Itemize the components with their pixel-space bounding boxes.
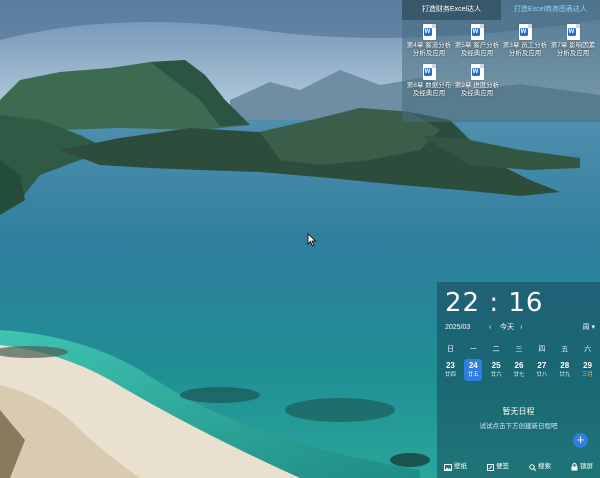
word-doc-icon: W xyxy=(422,24,436,40)
word-doc-icon: W xyxy=(566,24,580,40)
search-icon xyxy=(529,463,536,471)
day-cell[interactable]: 29 三月 xyxy=(579,359,597,381)
lunar-date: 廿五 xyxy=(467,372,479,378)
day-cell-selected[interactable]: 24 廿五 xyxy=(464,359,483,381)
weekday-label: 六 xyxy=(584,346,592,353)
file-name: 第3章 员工分析分析及应用 xyxy=(502,42,548,57)
add-event-button[interactable]: + xyxy=(573,433,588,448)
file-name: 第9章 进度分析及经典应用 xyxy=(454,82,500,97)
weekday-label: 日 xyxy=(446,346,454,353)
word-doc-icon: W xyxy=(518,24,532,40)
wallpaper-label: 壁纸 xyxy=(454,463,467,470)
file-item[interactable]: W 第3章 员工分析分析及应用 xyxy=(502,24,548,58)
day-cell[interactable]: 28 廿九 xyxy=(556,359,574,381)
clock-hour: 22 xyxy=(445,288,481,318)
day-number: 27 xyxy=(537,361,547,370)
file-item[interactable]: W 第5章 客户分析及经典应用 xyxy=(454,24,500,58)
file-name: 第8章 数据分布及经典应用 xyxy=(406,82,452,97)
lunar-date: 廿七 xyxy=(513,372,525,378)
file-item[interactable]: W 第9章 进度分析及经典应用 xyxy=(454,64,500,98)
chevron-down-icon: ▾ xyxy=(591,324,595,331)
day-cell[interactable]: 27 廿八 xyxy=(533,359,551,381)
today-button[interactable]: 今天 xyxy=(500,322,514,334)
day-number: 25 xyxy=(491,361,501,370)
word-doc-icon: W xyxy=(470,64,484,80)
tab-business-chart[interactable]: 打造Excel商务图表达人 xyxy=(501,0,600,20)
day-cell[interactable]: 26 廿七 xyxy=(510,359,528,381)
weekday-label: 四 xyxy=(538,346,546,353)
lunar-date: 廿六 xyxy=(490,372,502,378)
lock-button[interactable]: 锁屏 xyxy=(571,460,593,474)
day-number: 24 xyxy=(468,361,478,370)
file-grid: W 第4章 客流分析分析及应用 W 第5章 客户分析及经典应用 W 第3章 员工… xyxy=(406,24,600,98)
calendar-widget: 22 : 16 2025/03 ‹ 今天 › 周 ▾ 日 一 二 三 四 五 六… xyxy=(437,282,600,478)
file-panel-tabs: 打造财务Excel达人 打造Excel商务图表达人 xyxy=(402,0,600,20)
view-mode-dropdown[interactable]: 周 ▾ xyxy=(583,322,595,334)
day-row: 23 廿四 24 廿五 25 廿六 26 廿七 27 廿八 28 廿九 29 三… xyxy=(439,359,599,381)
day-cell[interactable]: 23 廿四 xyxy=(441,359,459,381)
day-number: 26 xyxy=(514,361,524,370)
file-name: 第4章 客流分析分析及应用 xyxy=(406,42,452,57)
note-icon xyxy=(487,463,494,471)
note-label: 便签 xyxy=(496,463,509,470)
weekday-label: 五 xyxy=(561,346,569,353)
clock-minute: 16 xyxy=(508,288,544,318)
clock: 22 : 16 xyxy=(445,288,543,318)
day-number: 28 xyxy=(560,361,570,370)
prev-week-icon[interactable]: ‹ xyxy=(489,322,491,334)
day-number: 29 xyxy=(583,361,593,370)
wallpaper-icon xyxy=(444,463,452,471)
file-name: 第7章 影响因素分析及应用 xyxy=(550,42,596,57)
weekday-label: 一 xyxy=(469,346,477,353)
widget-bottom-bar: 壁纸 便签 搜索 锁屏 xyxy=(437,460,600,474)
lock-label: 锁屏 xyxy=(580,463,593,470)
lunar-date: 三月 xyxy=(582,372,594,378)
search-label: 搜索 xyxy=(538,463,551,470)
search-button[interactable]: 搜索 xyxy=(529,460,551,474)
next-week-icon[interactable]: › xyxy=(520,322,522,334)
wallpaper-button[interactable]: 壁纸 xyxy=(444,460,467,474)
lunar-date: 廿九 xyxy=(559,372,571,378)
tab-finance-excel[interactable]: 打造财务Excel达人 xyxy=(402,0,501,20)
file-item[interactable]: W 第8章 数据分布及经典应用 xyxy=(406,64,452,98)
word-doc-icon: W xyxy=(422,64,436,80)
file-name: 第5章 客户分析及经典应用 xyxy=(454,42,500,57)
weekday-label: 三 xyxy=(515,346,523,353)
month-label: 2025/03 xyxy=(445,324,471,331)
file-item[interactable]: W 第4章 客流分析分析及应用 xyxy=(406,24,452,58)
lunar-date: 廿八 xyxy=(536,372,548,378)
day-number: 23 xyxy=(445,361,455,370)
file-item[interactable]: W 第7章 影响因素分析及应用 xyxy=(550,24,596,58)
no-events-title: 暂无日程 xyxy=(502,407,535,416)
calendar-header: 2025/03 ‹ 今天 › 周 ▾ xyxy=(445,322,595,334)
clock-separator: : xyxy=(480,288,509,318)
weekday-label: 二 xyxy=(492,346,500,353)
no-events-hint: 试试点击下方创建新日程吧 xyxy=(479,423,558,430)
mouse-pointer-icon xyxy=(307,233,317,247)
view-mode-label: 周 xyxy=(582,324,590,331)
note-button[interactable]: 便签 xyxy=(487,460,509,474)
weekday-row: 日 一 二 三 四 五 六 xyxy=(439,344,599,354)
word-doc-icon: W xyxy=(470,24,484,40)
desktop-file-panel: 打造财务Excel达人 打造Excel商务图表达人 W 第4章 客流分析分析及应… xyxy=(402,0,600,122)
lunar-date: 廿四 xyxy=(444,372,456,378)
lock-icon xyxy=(571,463,578,471)
day-cell[interactable]: 25 廿六 xyxy=(487,359,505,381)
